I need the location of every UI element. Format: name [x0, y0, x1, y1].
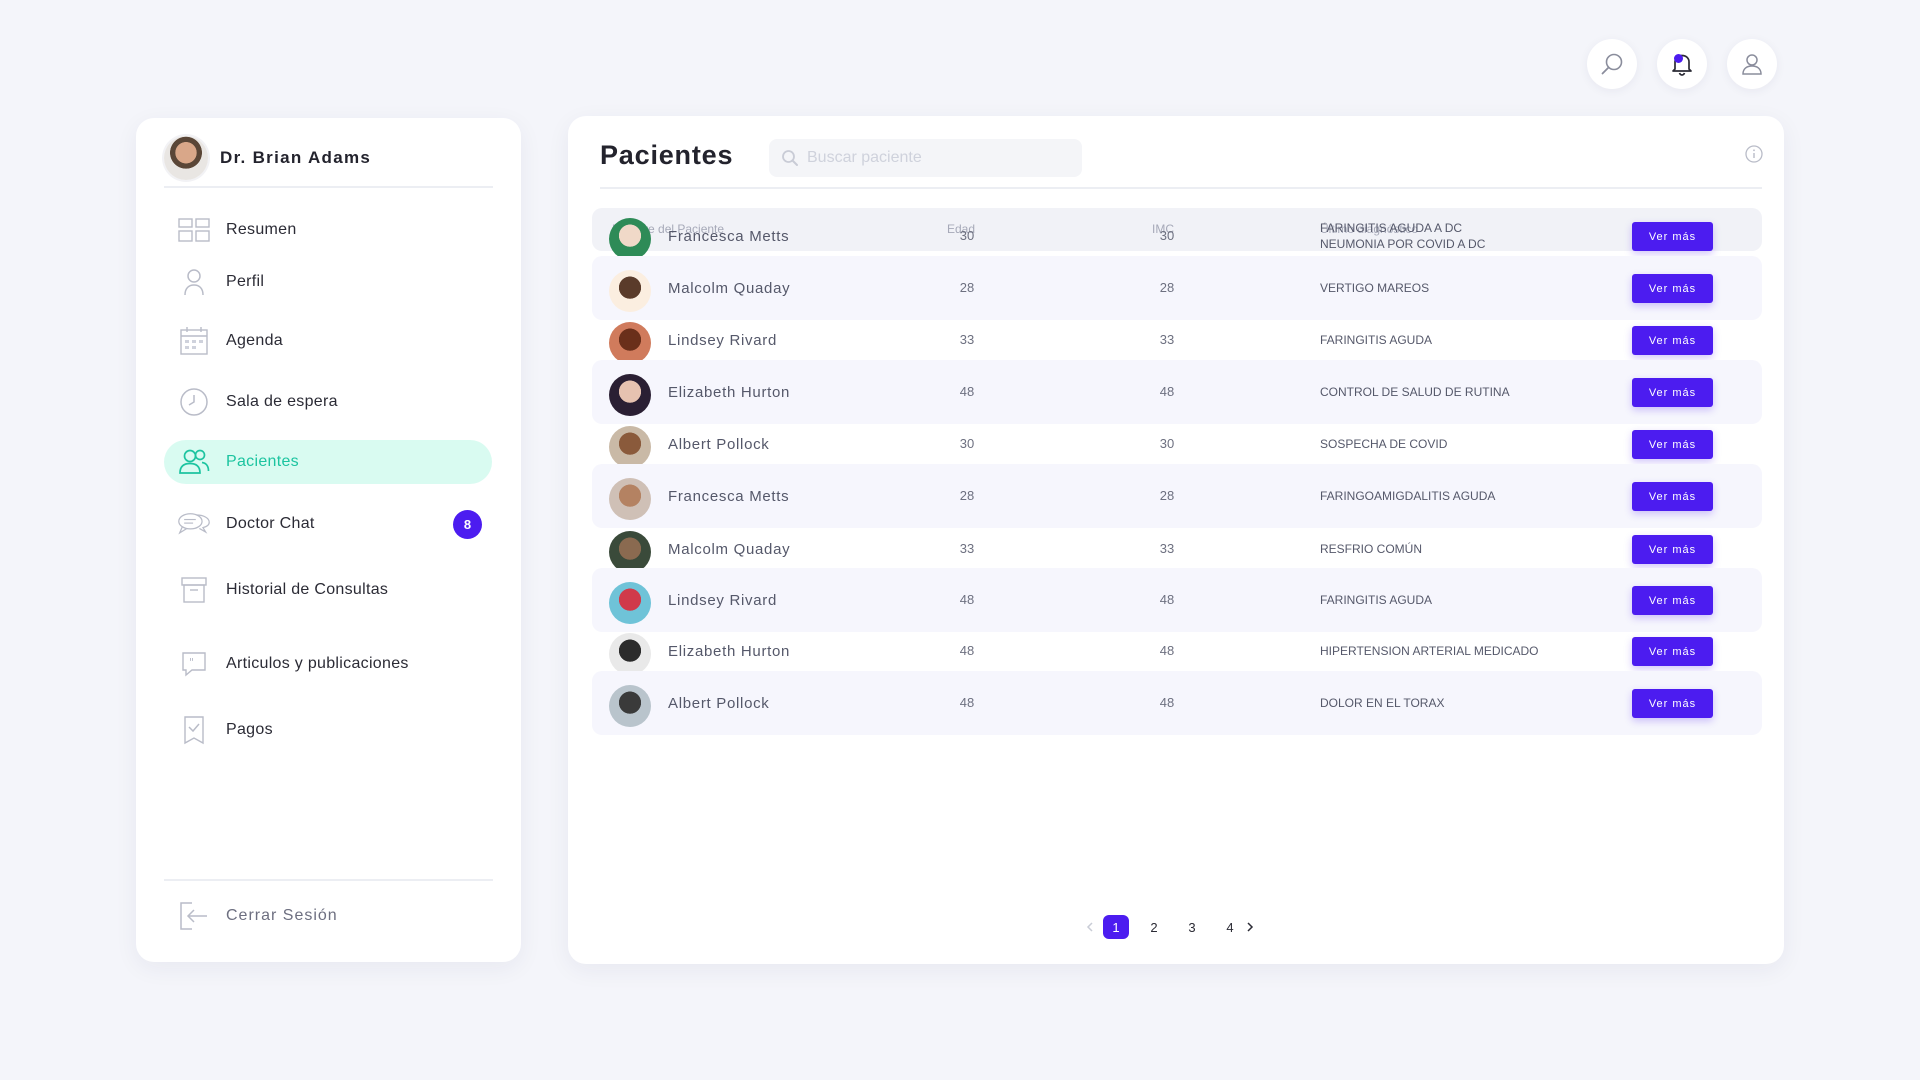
doctor-avatar[interactable]: [164, 136, 208, 180]
divider: [600, 187, 1762, 189]
patient-name: Albert Pollock: [668, 694, 770, 712]
search-box[interactable]: [769, 139, 1082, 177]
sidebar-item-historial[interactable]: Historial de Consultas: [164, 568, 492, 612]
sidebar-item-label: Agenda: [226, 332, 283, 349]
sidebar-item-label: Doctor Chat: [226, 515, 315, 532]
sidebar-item-label: Resumen: [226, 221, 297, 238]
patient-avatar[interactable]: [609, 374, 651, 416]
ver-mas-button[interactable]: Ver más: [1632, 535, 1713, 564]
doctor-header: Dr. Brian Adams: [164, 130, 493, 188]
table-row: Albert Pollock 48 48 DOLOR EN EL TORAX Ver m…: [592, 671, 1762, 735]
sidebar-item-sala-de-espera[interactable]: Sala de espera: [164, 380, 492, 424]
ver-mas-button[interactable]: Ver más: [1632, 586, 1713, 615]
user-icon: [177, 268, 211, 296]
dashboard-grid-icon: [177, 217, 211, 243]
doctor-name: Dr. Brian Adams: [220, 148, 372, 167]
info-icon[interactable]: [1744, 144, 1764, 169]
ver-mas-button[interactable]: Ver más: [1632, 689, 1713, 718]
ver-mas-button[interactable]: Ver más: [1632, 222, 1713, 251]
page-button-4[interactable]: 4: [1217, 915, 1243, 939]
receipt-check-icon: [177, 715, 211, 745]
sidebar-item-articulos[interactable]: " Articulos y publicaciones: [164, 642, 492, 686]
diagnosis-line: FARINGITIS AGUDA A DC: [1320, 221, 1463, 235]
notification-dot: [1674, 54, 1683, 63]
diagnosis-line: DOLOR EN EL TORAX: [1320, 696, 1445, 710]
sidebar-item-label: Sala de espera: [226, 393, 338, 410]
patient-imc: 48: [1159, 695, 1175, 710]
chevron-right-icon: [1247, 922, 1254, 932]
sidebar-item-doctor-chat[interactable]: Doctor Chat 8: [164, 502, 492, 546]
patient-avatar[interactable]: [609, 633, 651, 675]
pagination: 1 2 3 4: [1083, 915, 1257, 939]
archive-box-icon: [177, 575, 211, 605]
patient-avatar[interactable]: [609, 685, 651, 727]
ver-mas-button[interactable]: Ver más: [1632, 482, 1713, 511]
patient-avatar[interactable]: [609, 582, 651, 624]
search-icon: [1601, 53, 1623, 75]
sidebar-item-label: Articulos y publicaciones: [226, 655, 409, 672]
patient-avatar[interactable]: [609, 218, 651, 260]
next-page-button[interactable]: [1243, 915, 1257, 939]
diagnosis-line: FARINGITIS AGUDA: [1320, 333, 1433, 347]
patient-avatar[interactable]: [609, 478, 651, 520]
diagnosis-line: RESFRIO COMÚN: [1320, 542, 1422, 556]
logout-button[interactable]: Cerrar Sesión: [164, 894, 492, 938]
patient-avatar[interactable]: [609, 531, 651, 573]
account-button[interactable]: [1727, 39, 1777, 89]
chevron-left-icon: [1086, 922, 1093, 932]
calendar-icon: [177, 326, 211, 356]
sidebar-item-agenda[interactable]: Agenda: [164, 319, 492, 363]
search-icon: [782, 150, 798, 166]
sidebar-item-pacientes[interactable]: Pacientes: [164, 440, 492, 484]
page-button-1[interactable]: 1: [1103, 915, 1129, 939]
diagnosis-line: FARINGITIS AGUDA: [1320, 593, 1433, 607]
ver-mas-button[interactable]: Ver más: [1632, 326, 1713, 355]
patient-age: 48: [959, 695, 975, 710]
sidebar-item-perfil[interactable]: Perfil: [164, 260, 492, 304]
sidebar-item-label: Perfil: [226, 273, 265, 290]
top-toolbar: [1587, 39, 1777, 89]
search-input[interactable]: [807, 149, 1067, 167]
diagnosis-line: CONTROL DE SALUD DE RUTINA: [1320, 385, 1510, 399]
ver-mas-button[interactable]: Ver más: [1632, 637, 1713, 666]
sidebar-item-resumen[interactable]: Resumen: [164, 208, 492, 252]
sidebar-item-label: Pacientes: [226, 453, 299, 470]
ver-mas-button[interactable]: Ver más: [1632, 378, 1713, 407]
patients-panel: Pacientes Nombre del Paciente Edad IMC Ú…: [568, 116, 1784, 964]
notifications-button[interactable]: [1657, 39, 1707, 89]
patient-avatar[interactable]: [609, 322, 651, 364]
page-title: Pacientes: [600, 140, 734, 170]
clock-icon: [177, 387, 211, 417]
logout-icon: [177, 900, 211, 932]
logout-label: Cerrar Sesión: [226, 907, 338, 924]
page-button-2[interactable]: 2: [1141, 915, 1167, 939]
unread-badge: 8: [453, 509, 482, 539]
user-icon: [1742, 54, 1762, 75]
users-icon: [177, 448, 211, 476]
quote-icon: ": [177, 650, 211, 678]
patient-avatar[interactable]: [609, 426, 651, 468]
chat-bubbles-icon: [177, 509, 211, 539]
diagnosis-line: HIPERTENSION ARTERIAL MEDICADO: [1320, 644, 1539, 658]
svg-text:": ": [189, 656, 194, 669]
diagnosis-line: SOSPECHA DE COVID: [1320, 437, 1448, 451]
ver-mas-button[interactable]: Ver más: [1632, 274, 1713, 303]
diagnosis-line: FARINGOAMIGDALITIS AGUDA: [1320, 489, 1496, 503]
search-button[interactable]: [1587, 39, 1637, 89]
prev-page-button[interactable]: [1083, 915, 1097, 939]
sidebar: Dr. Brian Adams Resumen Perfil Agenda Sa…: [136, 118, 521, 962]
patient-diagnosis: DOLOR EN EL TORAX: [1320, 671, 1444, 735]
diagnosis-line: VERTIGO MAREOS: [1320, 281, 1430, 295]
sidebar-item-pagos[interactable]: Pagos: [164, 708, 492, 752]
sidebar-item-label: Historial de Consultas: [226, 581, 389, 598]
page-button-3[interactable]: 3: [1179, 915, 1205, 939]
sidebar-item-label: Pagos: [226, 721, 273, 738]
patient-avatar[interactable]: [609, 270, 651, 312]
divider: [164, 879, 493, 881]
ver-mas-button[interactable]: Ver más: [1632, 430, 1713, 459]
diagnosis-line: NEUMONIA POR COVID A DC: [1320, 237, 1486, 251]
